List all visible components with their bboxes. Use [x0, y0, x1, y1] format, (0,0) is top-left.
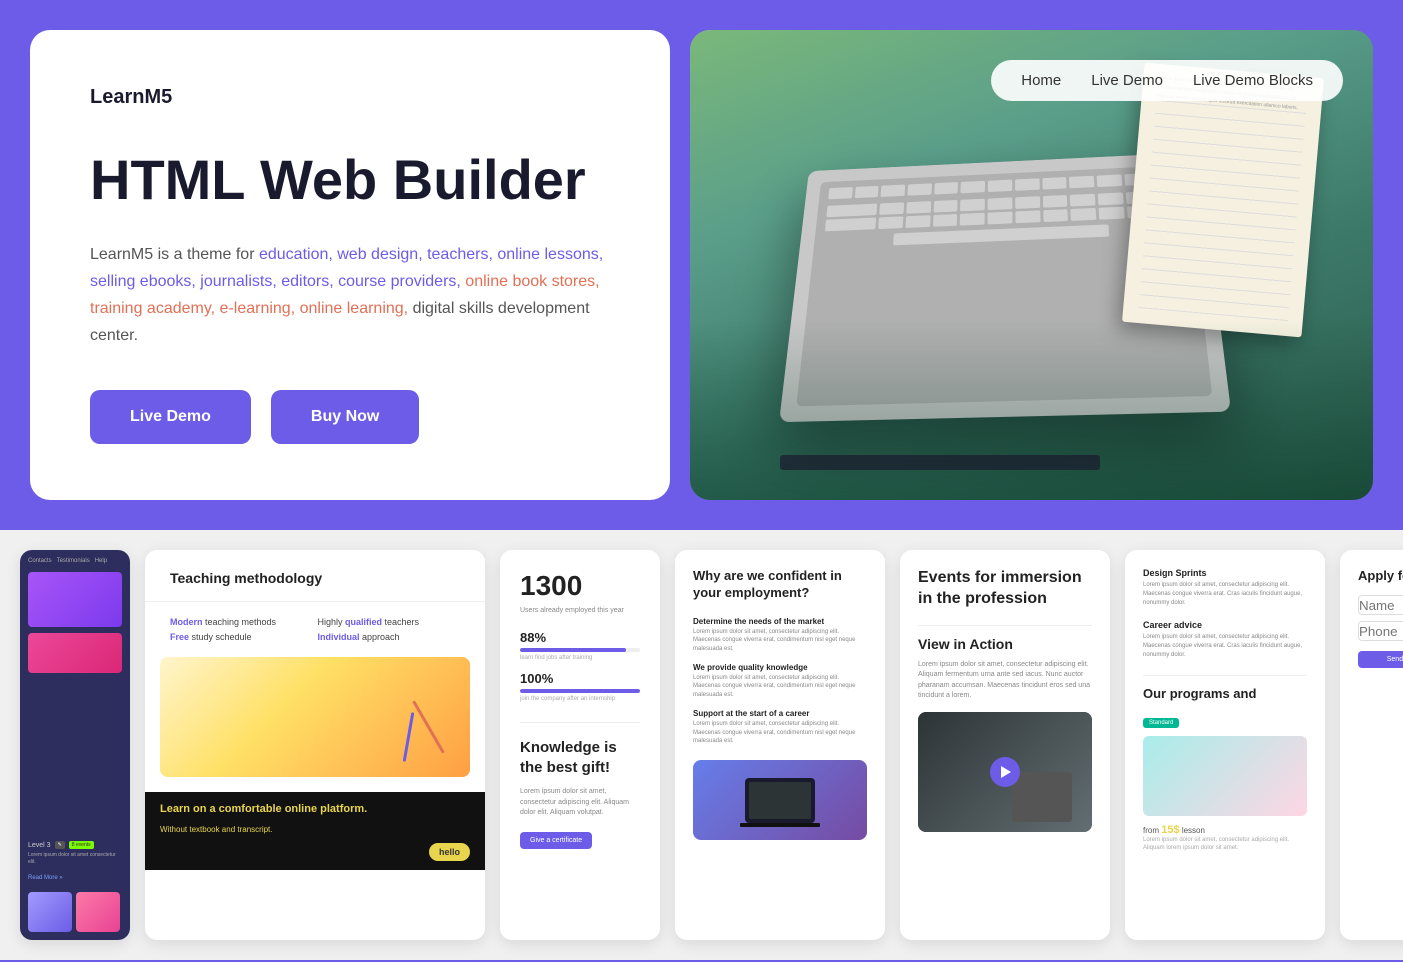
platform-section: Learn on a comfortable online platform. …	[145, 792, 485, 870]
laptop-icon	[745, 778, 815, 823]
knowledge-title: Knowledge is the best gift!	[520, 738, 640, 777]
design-item-1: Design Sprints Lorem ipsum dolor sit ame…	[1143, 568, 1307, 608]
why-title: Why are we confident in your employment?	[693, 568, 867, 602]
stat-desc-1: learn find jobs after training	[520, 655, 640, 661]
play-triangle-icon	[1001, 766, 1011, 778]
teaching-item-2: Highly qualified teachers	[318, 617, 461, 627]
view-action-section: View in Action Lorem ipsum dolor sit ame…	[918, 625, 1092, 832]
sidebar-contacts: Contacts	[28, 558, 52, 564]
preview-section: Contacts Testimonials Help Level 3 ✎ 8 e…	[0, 530, 1403, 960]
stats-number: 1300	[520, 570, 640, 602]
why-item-3: Support at the start of a career Lorem i…	[693, 709, 867, 745]
teaching-item-4: Individual approach	[318, 632, 461, 642]
stats-card: 1300 Users already employed this year 88…	[500, 550, 660, 940]
programs-price: from 15$ lesson	[1143, 824, 1307, 836]
design-sprints-card: Design Sprints Lorem ipsum dolor sit ame…	[1125, 550, 1325, 940]
knowledge-section: Knowledge is the best gift! Lorem ipsum …	[520, 722, 640, 849]
teaching-image	[160, 657, 470, 777]
stat-bar-1	[520, 648, 640, 652]
apply-title: Apply for study	[1358, 568, 1403, 583]
sidebar-pink-widget	[28, 633, 122, 673]
hero-image: Lorem ipsum dolor sit amet consectetur a…	[690, 30, 1373, 500]
give-certificate-button[interactable]: Give a certificate	[520, 832, 592, 849]
level-label: Level 3	[28, 842, 51, 849]
monitor-icon	[1012, 772, 1072, 822]
apply-submit-button[interactable]: Send an application	[1358, 651, 1403, 668]
stat-fill-2	[520, 689, 640, 693]
apply-phone-field[interactable]	[1358, 621, 1403, 641]
programs-thumbnail	[1143, 736, 1307, 816]
teaching-item-1: Modern teaching methods	[170, 617, 313, 627]
stats-label: Users already employed this year	[520, 606, 640, 615]
live-demo-button[interactable]: Live Demo	[90, 390, 251, 444]
nav-live-demo-blocks[interactable]: Live Demo Blocks	[1193, 72, 1313, 89]
read-more-link[interactable]: Read More »	[28, 875, 63, 881]
apply-name-field[interactable]	[1358, 595, 1403, 615]
apply-for-study-card: Apply for study Send an application	[1340, 550, 1403, 940]
teaching-item-3: Free study schedule	[170, 632, 313, 642]
brand-logo: LearnM5	[90, 86, 610, 109]
stat-pct-2: 100%	[520, 671, 640, 686]
gradient-overlay	[690, 320, 1373, 500]
platform-title: Learn on a comfortable online platform.	[160, 802, 470, 816]
programs-section: Our programs and Standard from 15$ lesso…	[1143, 675, 1307, 853]
hero-section: LearnM5 HTML Web Builder LearnM5 is a th…	[0, 0, 1403, 530]
thumb-magenta	[76, 892, 120, 932]
view-title: View in Action	[918, 636, 1092, 652]
hero-buttons: Live Demo Buy Now	[90, 390, 610, 444]
hero-left-panel: LearnM5 HTML Web Builder LearnM5 is a th…	[30, 30, 670, 500]
why-item-2: We provide quality knowledge Lorem ipsum…	[693, 663, 867, 699]
hero-title: HTML Web Builder	[90, 149, 610, 211]
video-thumbnail[interactable]	[918, 712, 1092, 832]
design-item-2: Career advice Lorem ipsum dolor sit amet…	[1143, 620, 1307, 660]
laptop-image	[693, 760, 867, 840]
events-title: Events for immersion in the profession	[918, 568, 1092, 610]
hero-description: LearnM5 is a theme for education, web de…	[90, 241, 610, 350]
why-item-1: Determine the needs of the market Lorem …	[693, 617, 867, 653]
thumb-purple	[28, 892, 72, 932]
stat-row-2: 100% join the company after an internshi…	[520, 671, 640, 702]
stat-row-1: 88% learn find jobs after training	[520, 630, 640, 661]
platform-subtitle: Without textbook and transcript.	[160, 825, 470, 834]
sidebar-testimonials: Testimonials	[57, 558, 90, 564]
level-icon: ✎	[55, 841, 65, 849]
buy-now-button[interactable]: Buy Now	[271, 390, 419, 444]
why-confident-card: Why are we confident in your employment?…	[675, 550, 885, 940]
events-card: Events for immersion in the profession V…	[900, 550, 1110, 940]
hello-badge: hello	[429, 843, 470, 861]
book-visual: Lorem ipsum dolor sit amet consectetur a…	[1122, 63, 1324, 338]
stat-pct-1: 88%	[520, 630, 640, 645]
teaching-grid: Modern teaching methods Highly qualified…	[145, 602, 485, 657]
teaching-title: Teaching methodology	[145, 550, 485, 602]
programs-desc: Lorem ipsum dolor sit amet, consectetur …	[1143, 836, 1307, 853]
sidebar-purple-widget	[28, 572, 122, 627]
stat-bar-2	[520, 689, 640, 693]
hero-right-panel: Lorem ipsum dolor sit amet consectetur a…	[690, 30, 1373, 500]
dark-sidebar-preview: Contacts Testimonials Help Level 3 ✎ 8 e…	[20, 550, 130, 940]
events-badge: 8 events	[69, 841, 94, 849]
nav-live-demo[interactable]: Live Demo	[1091, 72, 1163, 89]
hero-navigation: Home Live Demo Live Demo Blocks	[991, 60, 1343, 101]
nav-home[interactable]: Home	[1021, 72, 1061, 89]
sidebar-lorem: Lorem ipsum dolor sit amet consectetur e…	[28, 852, 122, 866]
programs-badge: Standard	[1143, 718, 1179, 728]
hero-desc-text: LearnM5 is a theme for	[90, 246, 259, 263]
knowledge-desc: Lorem ipsum dolor sit amet, consectetur …	[520, 787, 640, 819]
programs-title: Our programs and	[1143, 686, 1307, 701]
tablet-bar	[780, 455, 1100, 470]
view-desc: Lorem ipsum dolor sit amet, consectetur …	[918, 660, 1092, 702]
teaching-methodology-card: Teaching methodology Modern teaching met…	[145, 550, 485, 940]
play-button[interactable]	[990, 757, 1020, 787]
stat-desc-2: join the company after an internship	[520, 696, 640, 702]
stat-fill-1	[520, 648, 626, 652]
